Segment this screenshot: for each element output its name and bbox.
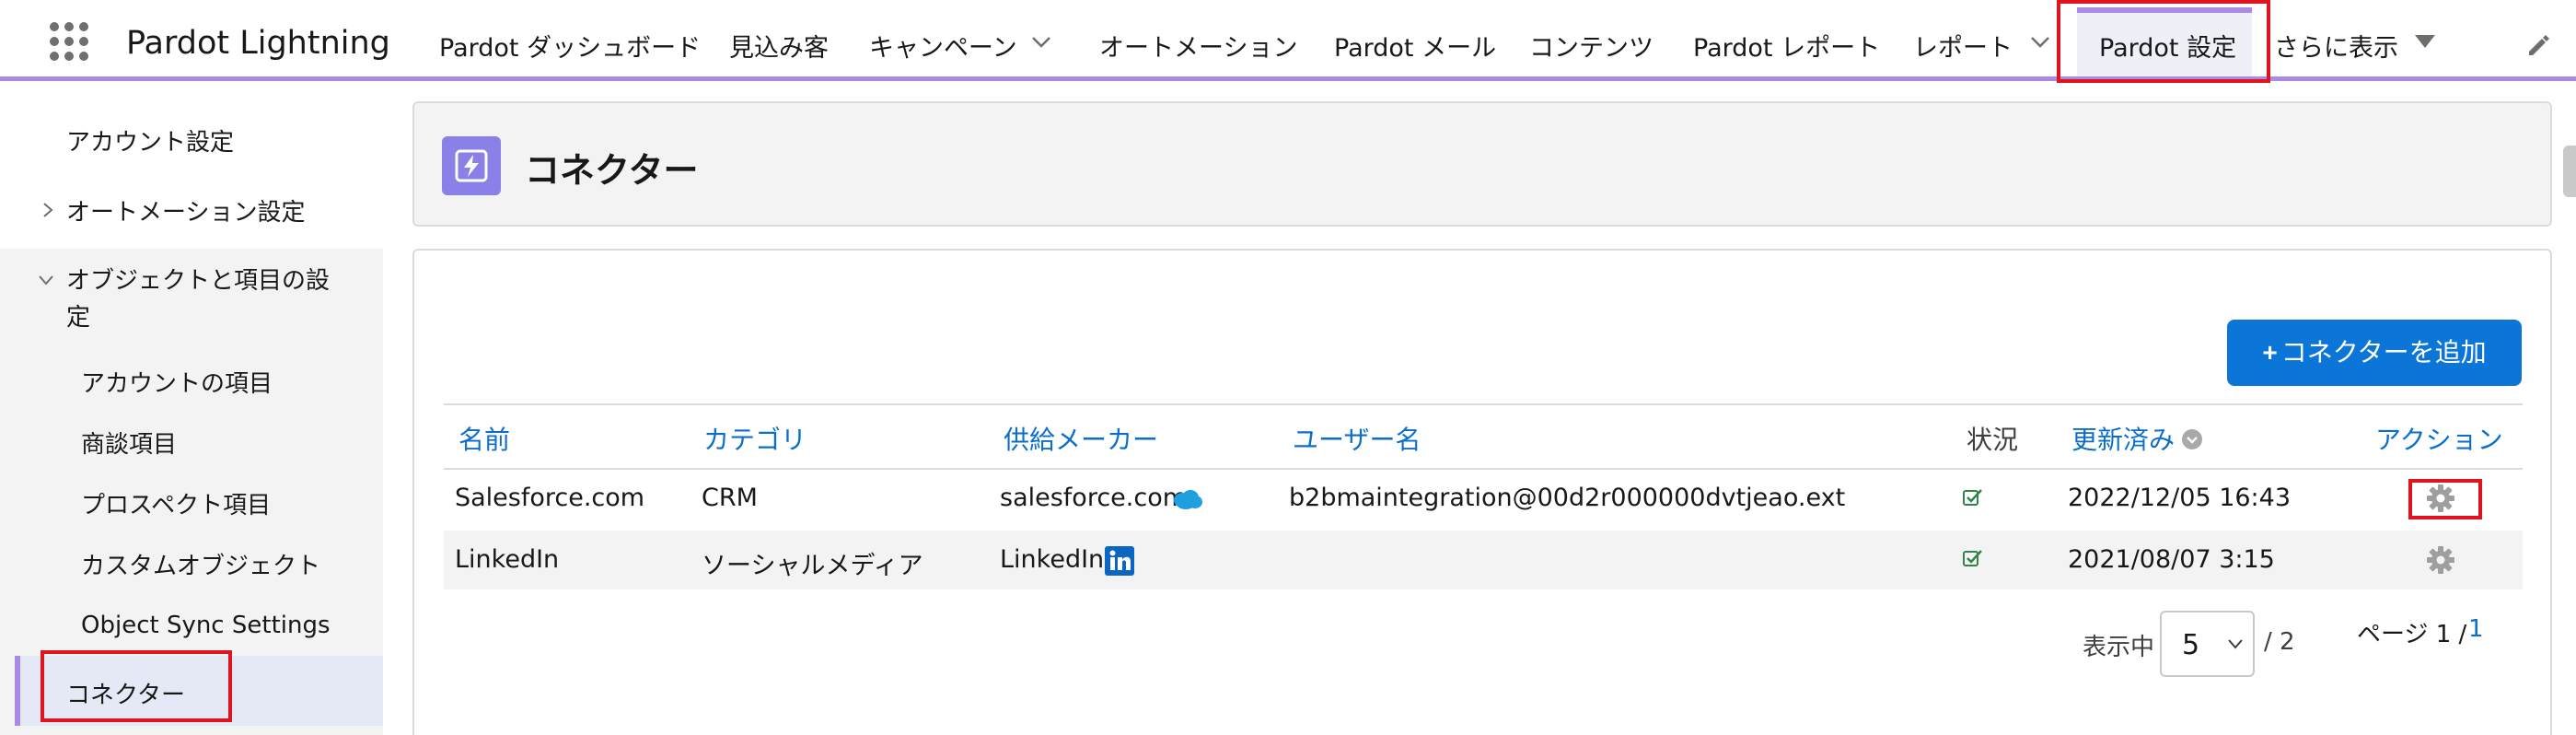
nav-item-campaigns[interactable]: キャンペーン bbox=[869, 28, 1017, 64]
column-header-username[interactable]: ユーザー名 bbox=[1293, 420, 1421, 457]
plus-icon: + bbox=[2262, 338, 2278, 367]
more-dropdown-icon[interactable] bbox=[2415, 35, 2435, 48]
nav-item-prospects[interactable]: 見込み客 bbox=[729, 28, 829, 64]
sidebar-item-object-sync-settings[interactable]: Object Sync Settings bbox=[81, 612, 331, 639]
add-connector-button[interactable]: + コネクターを追加 bbox=[2227, 320, 2522, 386]
page-size-value: 5 bbox=[2182, 629, 2200, 661]
sidebar-item-objects-fields-line2[interactable]: 定 bbox=[66, 298, 90, 332]
cell-updated: 2022/12/05 16:43 bbox=[2068, 484, 2292, 512]
total-count-label: / 2 bbox=[2264, 628, 2295, 656]
sidebar-item-automation-settings[interactable]: オートメーション設定 bbox=[66, 193, 305, 228]
cell-name: LinkedIn bbox=[455, 545, 560, 574]
nav-item-content[interactable]: コンテンツ bbox=[1529, 28, 1654, 64]
sidebar-item-prospect-fields[interactable]: プロスペクト項目 bbox=[81, 486, 271, 520]
global-navigation-bar: Pardot Lightning Pardot ダッシュボード 見込み客 キャン… bbox=[0, 0, 2576, 81]
connector-bolt-icon bbox=[442, 136, 501, 195]
gear-icon[interactable] bbox=[2425, 483, 2456, 514]
nav-item-pardot-email[interactable]: Pardot メール bbox=[1334, 28, 1496, 64]
column-header-actions: アクション bbox=[2375, 425, 2503, 455]
reports-chevron-down-icon[interactable] bbox=[2028, 33, 2052, 52]
cell-vendor: salesforce.com bbox=[1000, 484, 1188, 512]
status-check-icon bbox=[1963, 489, 1982, 506]
column-header-name[interactable]: 名前 bbox=[458, 420, 510, 457]
sidebar-item-account-fields[interactable]: アカウントの項目 bbox=[81, 365, 273, 399]
add-connector-label: コネクターを追加 bbox=[2280, 338, 2487, 367]
nav-item-pardot-settings[interactable]: Pardot 設定 bbox=[2099, 28, 2236, 64]
page-link[interactable]: 1 bbox=[2468, 615, 2484, 643]
edit-nav-pencil-icon[interactable] bbox=[2525, 31, 2551, 57]
column-header-vendor[interactable]: 供給メーカー bbox=[1004, 420, 1158, 457]
sidebar-item-custom-objects[interactable]: カスタムオブジェクト bbox=[81, 547, 320, 581]
cell-updated: 2021/08/07 3:15 bbox=[2068, 545, 2275, 574]
sort-descending-icon[interactable] bbox=[2182, 429, 2202, 449]
nav-item-pardot-reports[interactable]: Pardot レポート bbox=[1693, 28, 1880, 64]
cell-username: b2bmaintegration@00d2r000000dvtjeao.ext bbox=[1289, 484, 1846, 512]
sidebar-item-connectors[interactable]: コネクター bbox=[66, 676, 185, 710]
page-header bbox=[412, 101, 2552, 227]
nav-item-pardot-dashboard[interactable]: Pardot ダッシュボード bbox=[439, 28, 701, 64]
nav-item-reports[interactable]: レポート bbox=[1913, 28, 2013, 64]
table-top-divider bbox=[444, 403, 2523, 405]
sidebar-item-account-settings[interactable]: アカウント設定 bbox=[66, 123, 234, 158]
app-launcher-icon[interactable] bbox=[50, 22, 88, 61]
page-size-select[interactable]: 5 bbox=[2160, 611, 2255, 677]
status-check-icon bbox=[1963, 550, 1982, 566]
page-title: コネクター bbox=[525, 150, 699, 191]
column-header-status: 状況 bbox=[1967, 425, 2019, 455]
column-header-updated[interactable]: 更新済み bbox=[2071, 420, 2175, 457]
sidebar-item-objects-fields[interactable]: オブジェクトと項目の設 bbox=[66, 262, 330, 296]
sidebar-item-opportunity-fields[interactable]: 商談項目 bbox=[81, 426, 177, 460]
cell-category: CRM bbox=[702, 484, 758, 512]
utility-panel-toggle[interactable] bbox=[2563, 146, 2576, 197]
salesforce-cloud-icon bbox=[1174, 490, 1202, 509]
page-indicator: ページ 1 / bbox=[2357, 621, 2467, 648]
chevron-down-icon[interactable] bbox=[37, 271, 55, 289]
chevron-right-icon[interactable] bbox=[39, 201, 57, 219]
app-name: Pardot Lightning bbox=[126, 25, 390, 62]
linkedin-icon bbox=[1105, 546, 1134, 576]
cell-vendor: LinkedIn bbox=[1000, 545, 1105, 574]
nav-item-automation[interactable]: オートメーション bbox=[1099, 28, 1297, 64]
cell-category: ソーシャルメディア bbox=[702, 552, 923, 580]
campaigns-chevron-down-icon[interactable] bbox=[1029, 33, 1053, 52]
column-header-category[interactable]: カテゴリ bbox=[703, 420, 806, 457]
gear-icon[interactable] bbox=[2425, 544, 2456, 576]
cell-name: Salesforce.com bbox=[455, 484, 645, 512]
nav-item-more[interactable]: さらに表示 bbox=[2274, 28, 2398, 64]
showing-label: 表示中 bbox=[2083, 634, 2155, 661]
chevron-down-icon bbox=[2228, 639, 2243, 649]
